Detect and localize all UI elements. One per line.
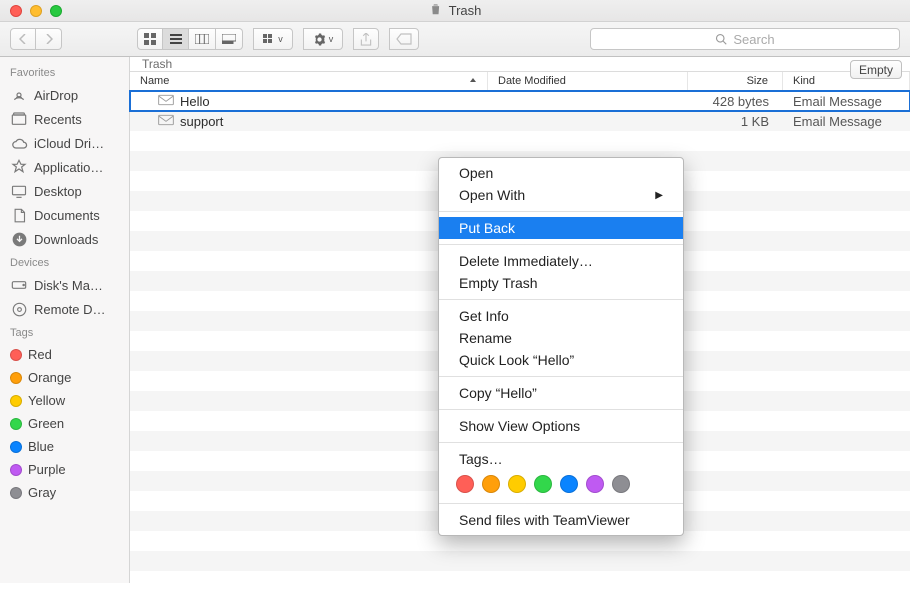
list-view-button[interactable] xyxy=(163,28,189,50)
menu-quick-look[interactable]: Quick Look “Hello” xyxy=(439,349,683,371)
downloads-icon xyxy=(10,231,28,247)
submenu-arrow-icon: ▶ xyxy=(655,190,663,201)
sidebar-item-remote[interactable]: Remote D… xyxy=(0,297,129,321)
menu-open-with[interactable]: Open With▶ xyxy=(439,184,683,206)
tag-color-purple[interactable] xyxy=(586,475,604,493)
window-title: Trash xyxy=(449,3,482,18)
menu-separator xyxy=(439,442,683,443)
email-icon xyxy=(158,94,174,109)
sidebar-tag-green[interactable]: Green xyxy=(0,412,129,435)
tag-color-gray[interactable] xyxy=(612,475,630,493)
sort-ascending-icon xyxy=(469,75,477,87)
file-row[interactable]: support 1 KB Email Message xyxy=(130,111,910,131)
column-date[interactable]: Date Modified xyxy=(488,72,688,90)
remote-disc-icon xyxy=(10,301,28,317)
sidebar-item-documents[interactable]: Documents xyxy=(0,203,129,227)
email-icon xyxy=(158,114,174,129)
documents-icon xyxy=(10,207,28,223)
window-titlebar: Trash xyxy=(0,0,910,22)
action-button[interactable]: v xyxy=(303,28,343,50)
sidebar-heading-tags: Tags xyxy=(0,321,129,343)
tag-yellow-icon xyxy=(10,395,22,407)
sidebar-tag-purple[interactable]: Purple xyxy=(0,458,129,481)
close-window-button[interactable] xyxy=(10,5,22,17)
sidebar-tag-blue[interactable]: Blue xyxy=(0,435,129,458)
icloud-icon xyxy=(10,135,28,151)
context-menu: Open Open With▶ Put Back Delete Immediat… xyxy=(438,157,684,536)
sidebar-item-airdrop[interactable]: AirDrop xyxy=(0,83,129,107)
tag-purple-icon xyxy=(10,464,22,476)
icon-view-button[interactable] xyxy=(137,28,163,50)
tag-color-red[interactable] xyxy=(456,475,474,493)
column-view-button[interactable] xyxy=(189,28,216,50)
menu-show-view-options[interactable]: Show View Options xyxy=(439,415,683,437)
menu-separator xyxy=(439,376,683,377)
menu-empty-trash[interactable]: Empty Trash xyxy=(439,272,683,294)
menu-separator xyxy=(439,409,683,410)
sidebar-heading-devices: Devices xyxy=(0,251,129,273)
sidebar-heading-favorites: Favorites xyxy=(0,61,129,83)
location-bar: Trash Empty xyxy=(130,57,910,72)
menu-put-back[interactable]: Put Back xyxy=(439,217,683,239)
menu-delete-immediately[interactable]: Delete Immediately… xyxy=(439,250,683,272)
share-button[interactable] xyxy=(353,28,379,50)
trash-icon xyxy=(429,2,443,19)
tags-button[interactable] xyxy=(389,28,419,50)
forward-button[interactable] xyxy=(36,28,62,50)
sidebar-tag-yellow[interactable]: Yellow xyxy=(0,389,129,412)
sidebar-tag-red[interactable]: Red xyxy=(0,343,129,366)
applications-icon xyxy=(10,159,28,175)
sidebar-tag-orange[interactable]: Orange xyxy=(0,366,129,389)
menu-tags-label[interactable]: Tags… xyxy=(439,448,683,470)
menu-separator xyxy=(439,244,683,245)
gallery-view-button[interactable] xyxy=(216,28,243,50)
minimize-window-button[interactable] xyxy=(30,5,42,17)
desktop-icon xyxy=(10,183,28,199)
column-name[interactable]: Name xyxy=(130,72,488,90)
tag-color-green[interactable] xyxy=(534,475,552,493)
menu-open[interactable]: Open xyxy=(439,162,683,184)
groupby-button[interactable]: v xyxy=(253,28,293,50)
sidebar: Favorites AirDrop Recents iCloud Dri… Ap… xyxy=(0,57,130,583)
recents-icon xyxy=(10,111,28,127)
menu-copy[interactable]: Copy “Hello” xyxy=(439,382,683,404)
columns-header: Name Date Modified Size Kind xyxy=(130,72,910,91)
file-row[interactable]: Hello 428 bytes Email Message xyxy=(130,91,910,111)
sidebar-item-icloud[interactable]: iCloud Dri… xyxy=(0,131,129,155)
menu-separator xyxy=(439,211,683,212)
location-label: Trash xyxy=(142,57,172,71)
menu-separator xyxy=(439,299,683,300)
tag-blue-icon xyxy=(10,441,22,453)
menu-rename[interactable]: Rename xyxy=(439,327,683,349)
sidebar-item-downloads[interactable]: Downloads xyxy=(0,227,129,251)
sidebar-item-applications[interactable]: Applicatio… xyxy=(0,155,129,179)
tag-color-blue[interactable] xyxy=(560,475,578,493)
tag-orange-icon xyxy=(10,372,22,384)
column-size[interactable]: Size xyxy=(688,72,783,90)
disk-icon xyxy=(10,277,28,293)
window-controls xyxy=(10,5,62,17)
airdrop-icon xyxy=(10,87,28,103)
tag-gray-icon xyxy=(10,487,22,499)
sidebar-tag-gray[interactable]: Gray xyxy=(0,481,129,504)
sidebar-item-recents[interactable]: Recents xyxy=(0,107,129,131)
back-button[interactable] xyxy=(10,28,36,50)
menu-send-teamviewer[interactable]: Send files with TeamViewer xyxy=(439,509,683,531)
tag-color-yellow[interactable] xyxy=(508,475,526,493)
menu-separator xyxy=(439,503,683,504)
empty-trash-button[interactable]: Empty xyxy=(850,60,902,79)
search-placeholder: Search xyxy=(733,32,774,47)
nav-buttons xyxy=(10,28,62,50)
menu-get-info[interactable]: Get Info xyxy=(439,305,683,327)
tag-color-orange[interactable] xyxy=(482,475,500,493)
tag-red-icon xyxy=(10,349,22,361)
tag-green-icon xyxy=(10,418,22,430)
search-input[interactable]: Search xyxy=(590,28,900,50)
sidebar-item-desktop[interactable]: Desktop xyxy=(0,179,129,203)
view-mode-buttons xyxy=(137,28,243,50)
menu-tag-colors xyxy=(439,470,683,498)
sidebar-item-disk[interactable]: Disk's Ma… xyxy=(0,273,129,297)
zoom-window-button[interactable] xyxy=(50,5,62,17)
toolbar: v v Search xyxy=(0,22,910,57)
